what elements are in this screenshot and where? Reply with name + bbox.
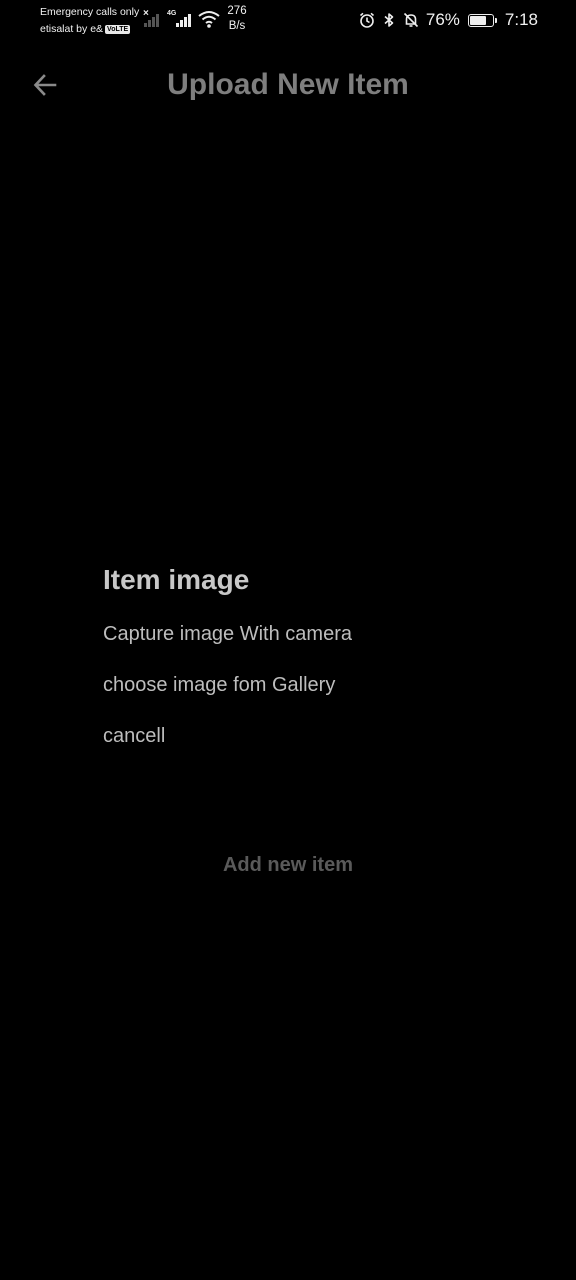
carrier-line-2: etisalat by e& VoLTE [40, 21, 139, 38]
network-speed-value: 276 [227, 5, 247, 17]
battery-icon [467, 13, 497, 27]
bell-off-icon [403, 12, 418, 28]
battery-fill [469, 15, 487, 25]
choose-gallery-option[interactable]: choose image fom Gallery [103, 671, 352, 699]
add-new-item-button[interactable]: Add new item [0, 850, 576, 880]
page-title: Upload New Item [167, 68, 409, 101]
network-speed-unit: B/s [228, 20, 246, 32]
carrier-info: Emergency calls only etisalat by e& VoLTE [40, 4, 139, 38]
status-right: 76% 7:18 [358, 8, 538, 32]
network-speed: 276 B/s [227, 4, 247, 34]
bluetooth-icon [384, 13, 394, 27]
wifi-icon [198, 11, 220, 28]
battery-percent: 76% [425, 10, 460, 29]
image-source-dialog: Item image Capture image With camera cho… [103, 560, 352, 773]
volte-badge: VoLTE [105, 25, 131, 34]
carrier-name: etisalat by e& [40, 23, 104, 35]
signal-dim-icon [144, 12, 162, 27]
clock: 7:18 [504, 10, 538, 29]
status-bar: Emergency calls only etisalat by e& VoLTE… [0, 0, 576, 40]
dialog-title: Item image [103, 564, 250, 595]
signal-4g-icon [176, 12, 194, 27]
network-type-label: 4G [167, 10, 177, 17]
cancel-option[interactable]: cancell [103, 722, 352, 750]
capture-camera-option[interactable]: Capture image With camera [103, 620, 352, 648]
carrier-line-1: Emergency calls only [40, 6, 140, 18]
alarm-icon [359, 12, 374, 28]
